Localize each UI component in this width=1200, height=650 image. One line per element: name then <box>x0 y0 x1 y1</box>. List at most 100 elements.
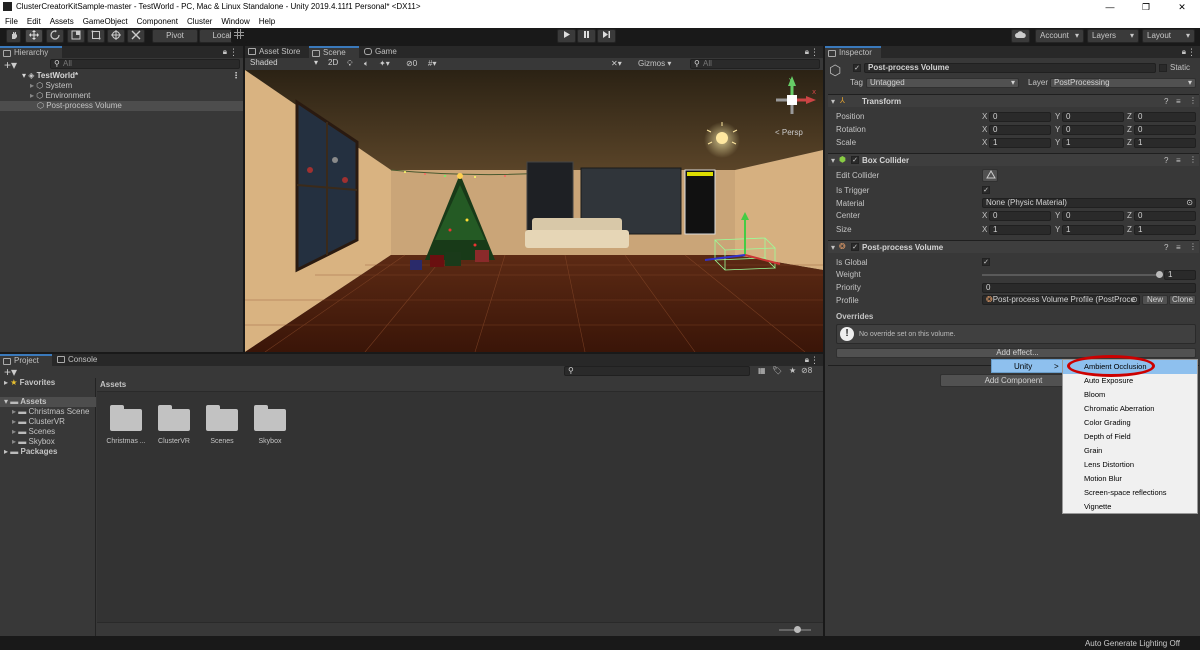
project-search-input[interactable]: ⚲ <box>564 366 750 376</box>
help-icon[interactable]: ? <box>1164 156 1168 165</box>
expand-arrow-icon[interactable]: ▾ <box>831 97 835 106</box>
collapsed-arrow-icon[interactable]: ▸ <box>4 447 8 456</box>
weight-input[interactable]: 1 <box>1164 270 1196 280</box>
collapsed-arrow-icon[interactable]: ▸ <box>30 81 34 90</box>
lock-icon[interactable]: 🔒︎ <box>1182 47 1186 57</box>
collapsed-arrow-icon[interactable]: ▸ <box>12 437 16 446</box>
menu-item-chromatic-aberration[interactable]: Chromatic Aberration <box>1063 402 1197 416</box>
collapsed-arrow-icon[interactable]: ▸ <box>12 417 16 426</box>
position-x-input[interactable]: 0 <box>989 112 1051 122</box>
clone-profile-button[interactable]: Clone <box>1169 295 1196 305</box>
layout-dropdown[interactable]: Layout ▾ <box>1142 29 1195 43</box>
hierarchy-item-post-process-volume[interactable]: ⬡ Post-process Volume <box>0 101 243 111</box>
create-asset-button[interactable]: +▾ <box>4 365 17 379</box>
hand-tool-button[interactable] <box>6 29 21 43</box>
create-add-button[interactable]: +▾ <box>4 58 17 72</box>
tree-item-clustervr[interactable]: ▸ ▬ ClusterVR <box>12 417 65 427</box>
menu-window[interactable]: Window <box>221 17 249 26</box>
preset-icon[interactable]: ≡ <box>1176 97 1181 106</box>
preset-icon[interactable]: ≡ <box>1176 156 1181 165</box>
pivot-toggle-button[interactable]: Pivot <box>152 29 198 43</box>
tab-game[interactable]: Game <box>361 46 401 58</box>
perspective-label[interactable]: < Persp <box>775 128 803 137</box>
folder-scenes[interactable] <box>206 405 238 431</box>
step-button[interactable] <box>597 29 616 43</box>
tab-hierarchy[interactable]: Hierarchy <box>0 46 62 58</box>
transform-tool-button[interactable] <box>107 29 125 43</box>
scale-z-input[interactable]: 1 <box>1134 138 1196 148</box>
grid-snap-button[interactable] <box>231 29 247 43</box>
object-picker-icon[interactable]: ⊙ <box>1131 295 1138 304</box>
close-button[interactable]: ✕ <box>1164 0 1200 14</box>
center-z-input[interactable]: 0 <box>1134 211 1196 221</box>
tag-dropdown[interactable]: Untagged ▾ <box>866 78 1019 88</box>
more-options-icon[interactable]: ⋮ <box>810 355 819 366</box>
pause-button[interactable] <box>577 29 596 43</box>
more-options-icon[interactable]: ⋮ <box>232 71 240 81</box>
scene-root-item[interactable]: ▾ ◈ TestWorld* ⋮ <box>22 71 242 81</box>
weight-slider-track[interactable] <box>982 274 1160 276</box>
menu-file[interactable]: File <box>5 17 18 26</box>
menu-assets[interactable]: Assets <box>50 17 74 26</box>
rotation-y-input[interactable]: 0 <box>1062 125 1124 135</box>
rotation-x-input[interactable]: 0 <box>989 125 1051 135</box>
center-x-input[interactable]: 0 <box>989 211 1051 221</box>
hierarchy-item-environment[interactable]: ▸ ⬡ Environment <box>30 91 230 101</box>
collab-cloud-button[interactable] <box>1011 29 1030 43</box>
menu-item-auto-exposure[interactable]: Auto Exposure <box>1063 374 1197 388</box>
layer-dropdown[interactable]: PostProcessing ▾ <box>1050 78 1196 88</box>
menu-gameobject[interactable]: GameObject <box>83 17 128 26</box>
menu-cluster[interactable]: Cluster <box>187 17 212 26</box>
icon-size-slider-thumb[interactable] <box>794 626 801 633</box>
filter-by-label-icon[interactable]: 🏷︎ <box>772 366 782 375</box>
lock-icon[interactable]: 🔒︎ <box>223 47 227 57</box>
custom-tool-button[interactable] <box>127 29 145 43</box>
menu-item-motion-blur[interactable]: Motion Blur <box>1063 472 1197 486</box>
scale-x-input[interactable]: 1 <box>989 138 1051 148</box>
minimize-button[interactable]: — <box>1092 0 1128 14</box>
more-options-icon[interactable]: ⋮ <box>1189 155 1197 164</box>
hierarchy-search-input[interactable]: ⚲ All <box>50 59 240 69</box>
hidden-packages-icon[interactable]: ⊘8 <box>801 366 812 375</box>
help-icon[interactable]: ? <box>1164 97 1168 106</box>
lock-icon[interactable]: 🔒︎ <box>805 355 809 365</box>
tree-item-skybox[interactable]: ▸ ▬ Skybox <box>12 437 55 447</box>
hierarchy-item-system[interactable]: ▸ ⬡ System <box>30 81 230 91</box>
hidden-objects-icon[interactable]: ⊘0 <box>406 59 417 68</box>
more-options-icon[interactable]: ⋮ <box>1189 242 1197 251</box>
edit-collider-button[interactable] <box>982 169 998 182</box>
favorite-star-icon[interactable]: ★ <box>789 366 796 375</box>
size-x-input[interactable]: 1 <box>989 225 1051 235</box>
menu-component[interactable]: Component <box>137 17 178 26</box>
expand-arrow-icon[interactable]: ▾ <box>831 156 835 165</box>
folder-clustervr[interactable] <box>158 405 190 431</box>
more-options-icon[interactable]: ⋮ <box>1189 96 1197 105</box>
menu-item-bloom[interactable]: Bloom <box>1063 388 1197 402</box>
more-options-icon[interactable]: ⋮ <box>810 47 819 58</box>
tree-item-scenes[interactable]: ▸ ▬ Scenes <box>12 427 55 437</box>
box-collider-component-header[interactable]: ▾ ⬢ ✓ Box Collider ? ≡ ⋮ <box>828 153 1199 166</box>
gizmos-dropdown[interactable]: Gizmos ▾ <box>638 59 688 69</box>
tools-icon[interactable]: ✕▾ <box>611 59 622 68</box>
center-y-input[interactable]: 0 <box>1062 211 1124 221</box>
menu-help[interactable]: Help <box>259 17 275 26</box>
account-dropdown[interactable]: Account ▾ <box>1035 29 1084 43</box>
size-y-input[interactable]: 1 <box>1062 225 1124 235</box>
tree-item-christmas-scene[interactable]: ▸ ▬ Christmas Scene <box>12 407 89 417</box>
assets-root-item[interactable]: ▾ ▬ Assets <box>0 397 96 407</box>
is-global-checkbox[interactable]: ✓ <box>982 258 990 266</box>
profile-object-field[interactable]: ❂Post-process Volume Profile (PostProce <box>982 295 1140 305</box>
add-effect-button[interactable]: Add effect... <box>836 348 1196 358</box>
collapsed-arrow-icon[interactable]: ▸ <box>12 427 16 436</box>
more-options-icon[interactable]: ⋮ <box>229 47 238 58</box>
filter-by-type-icon[interactable]: ▦ <box>758 366 766 375</box>
add-effect-menu-unity[interactable]: Unity > <box>991 359 1063 373</box>
play-button[interactable] <box>557 29 576 43</box>
enable-checkbox[interactable]: ✓ <box>851 156 859 164</box>
menu-edit[interactable]: Edit <box>27 17 41 26</box>
priority-input[interactable]: 0 <box>982 283 1196 293</box>
move-tool-button[interactable] <box>25 29 43 43</box>
position-y-input[interactable]: 0 <box>1062 112 1124 122</box>
scale-tool-button[interactable] <box>67 29 85 43</box>
collapsed-arrow-icon[interactable]: ▸ <box>12 407 16 416</box>
